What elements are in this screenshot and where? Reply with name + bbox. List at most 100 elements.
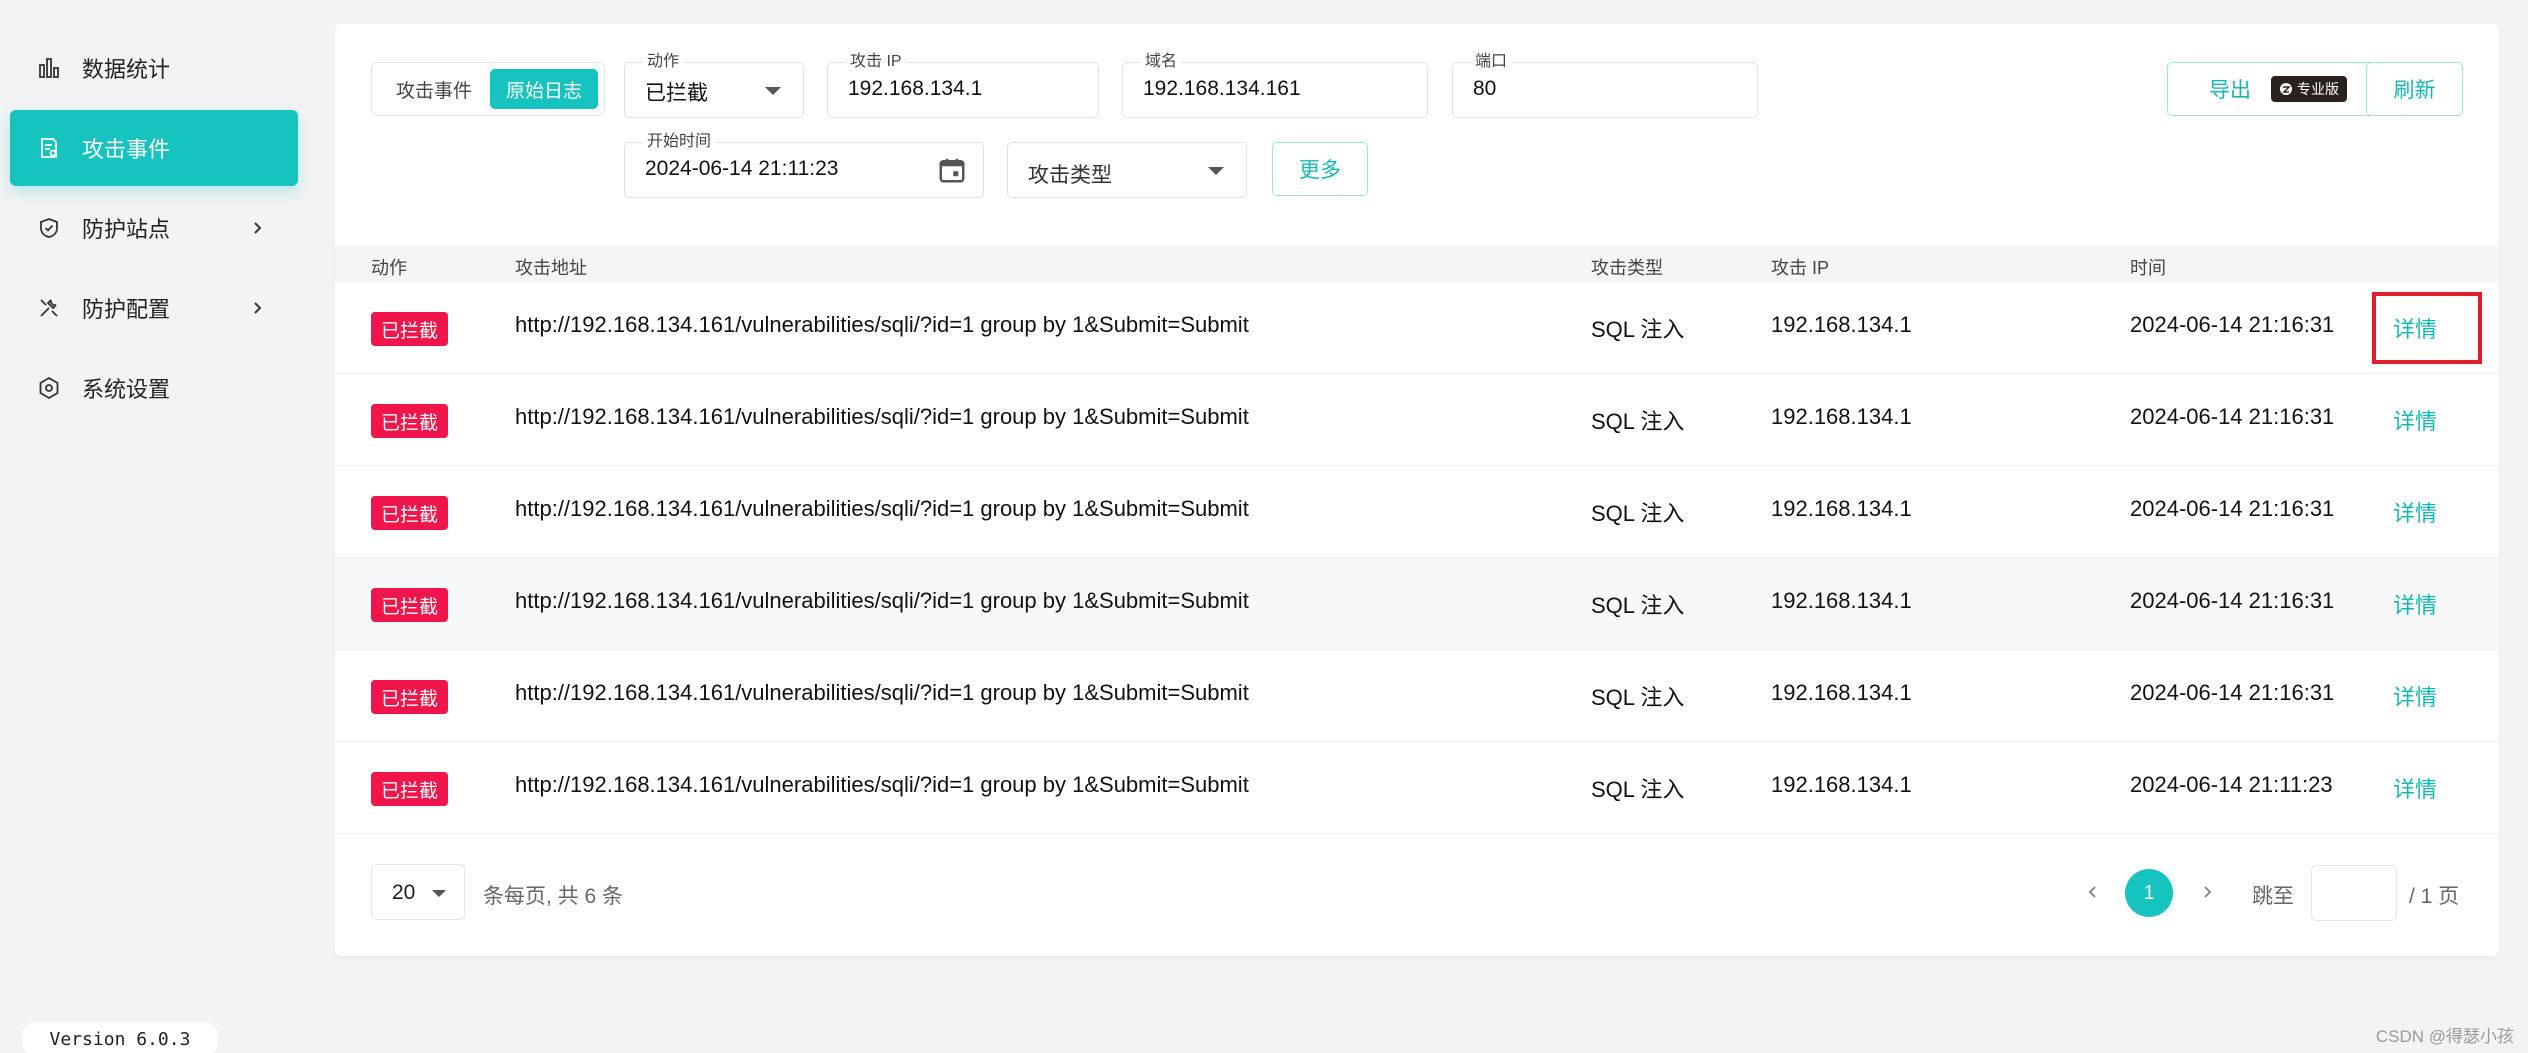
detail-link[interactable]: 详情 <box>2393 312 2437 344</box>
status-badge: 已拦截 <box>371 404 449 438</box>
event-time: 2024-06-14 21:11:23 <box>2130 772 2333 797</box>
sidebar-item-label: 防护配置 <box>82 297 171 322</box>
attack-type: SQL 注入 <box>1591 409 1685 434</box>
table-row: 已拦截 http://192.168.134.161/vulnerabiliti… <box>335 374 2499 466</box>
caret-down-icon <box>1208 167 1224 175</box>
chevron-right-icon <box>242 301 272 315</box>
page-size-select[interactable]: 20 <box>371 864 465 920</box>
attack-url: http://192.168.134.161/vulnerabilities/s… <box>515 404 1249 429</box>
attack-ip: 192.168.134.1 <box>1771 496 1912 521</box>
tab-attack-events[interactable]: 攻击事件 <box>378 69 490 109</box>
more-filters-button[interactable]: 更多 <box>1272 142 1368 196</box>
attack-url: http://192.168.134.161/vulnerabilities/s… <box>515 680 1249 705</box>
port-label: 端口 <box>1471 53 1512 71</box>
attack-type-placeholder: 攻击类型 <box>1028 164 1112 187</box>
page-size-value: 20 <box>392 881 416 904</box>
bar-chart-icon <box>34 53 64 83</box>
attack-type-select[interactable]: 攻击类型 <box>1007 142 1247 198</box>
tab-raw-logs[interactable]: 原始日志 <box>490 69 598 109</box>
log-type-switch: 攻击事件 原始日志 <box>371 62 605 116</box>
table-row: 已拦截 http://192.168.134.161/vulnerabiliti… <box>335 650 2499 742</box>
start-time-field[interactable]: 开始时间 2024-06-14 21:11:23 <box>624 133 984 198</box>
status-badge: 已拦截 <box>371 680 449 714</box>
col-time: 时间 <box>2130 258 2166 278</box>
attack-ip-value: 192.168.134.1 <box>848 77 983 100</box>
sidebar-item-label: 攻击事件 <box>82 137 171 162</box>
sidebar-item-label: 数据统计 <box>82 57 171 82</box>
attack-type: SQL 注入 <box>1591 685 1685 710</box>
page-summary: 条每页, 共 6 条 <box>483 885 624 908</box>
col-type: 攻击类型 <box>1591 258 1663 278</box>
attack-type: SQL 注入 <box>1591 317 1685 342</box>
event-time: 2024-06-14 21:16:31 <box>2130 312 2335 337</box>
calendar-icon[interactable] <box>937 155 967 185</box>
start-time-label: 开始时间 <box>643 133 716 151</box>
event-time: 2024-06-14 21:16:31 <box>2130 588 2335 613</box>
col-action: 动作 <box>371 258 407 278</box>
table-header: 动作 攻击地址 攻击类型 攻击 IP 时间 <box>335 246 2499 282</box>
attack-ip-field[interactable]: 攻击 IP 192.168.134.1 <box>827 53 1099 118</box>
detail-link[interactable]: 详情 <box>2393 772 2437 804</box>
export-button-label: 导出 <box>2209 79 2251 102</box>
chevron-right-icon <box>242 221 272 235</box>
attack-ip-label: 攻击 IP <box>846 53 906 71</box>
attack-url: http://192.168.134.161/vulnerabilities/s… <box>515 312 1249 337</box>
sidebar-item-protected-sites[interactable]: 防护站点 <box>10 190 298 266</box>
port-field[interactable]: 端口 80 <box>1452 53 1758 118</box>
page-button-current[interactable]: 1 <box>2125 869 2173 917</box>
pro-badge: 专业版 <box>2271 76 2347 102</box>
action-select[interactable]: 动作 已拦截 <box>624 53 804 118</box>
sidebar: 数据统计 攻击事件 防护站点 防护配置 系统设置 Version 6.0.3 <box>0 0 310 1053</box>
total-pages: / 1 页 <box>2409 885 2460 908</box>
col-url: 攻击地址 <box>515 258 587 278</box>
detail-link[interactable]: 详情 <box>2393 588 2437 620</box>
attack-type: SQL 注入 <box>1591 777 1685 802</box>
jump-label: 跳至 <box>2252 885 2294 908</box>
table-row: 已拦截 http://192.168.134.161/vulnerabiliti… <box>335 466 2499 558</box>
caret-down-icon <box>765 87 781 95</box>
sidebar-item-system-settings[interactable]: 系统设置 <box>10 350 298 426</box>
sidebar-item-attack-events[interactable]: 攻击事件 <box>10 110 298 186</box>
gear-icon <box>34 373 64 403</box>
event-time: 2024-06-14 21:16:31 <box>2130 404 2335 429</box>
sidebar-item-label: 系统设置 <box>82 377 171 402</box>
status-badge: 已拦截 <box>371 496 449 530</box>
jump-page-input[interactable] <box>2311 865 2397 921</box>
domain-label: 域名 <box>1141 53 1182 71</box>
caret-down-icon <box>432 890 446 897</box>
event-time: 2024-06-14 21:16:31 <box>2130 680 2335 705</box>
pro-badge-label: 专业版 <box>2297 81 2339 97</box>
attack-type: SQL 注入 <box>1591 593 1685 618</box>
attack-ip: 192.168.134.1 <box>1771 404 1912 429</box>
table-row: 已拦截 http://192.168.134.161/vulnerabiliti… <box>335 558 2499 650</box>
detail-link[interactable]: 详情 <box>2393 496 2437 528</box>
detail-link[interactable]: 详情 <box>2393 404 2437 436</box>
attack-ip: 192.168.134.1 <box>1771 312 1912 337</box>
attack-url: http://192.168.134.161/vulnerabilities/s… <box>515 772 1249 797</box>
main-panel: 攻击事件 原始日志 动作 已拦截 攻击 IP 192.168.134.1 域名 … <box>335 24 2499 956</box>
attack-type: SQL 注入 <box>1591 501 1685 526</box>
port-value: 80 <box>1473 77 1497 100</box>
attack-ip: 192.168.134.1 <box>1771 772 1912 797</box>
status-badge: 已拦截 <box>371 312 449 346</box>
detail-link[interactable]: 详情 <box>2393 680 2437 712</box>
domain-field[interactable]: 域名 192.168.134.161 <box>1122 53 1428 118</box>
event-time: 2024-06-14 21:16:31 <box>2130 496 2335 521</box>
chevron-right-icon[interactable] <box>2195 880 2219 904</box>
refresh-button[interactable]: 刷新 <box>2366 62 2463 116</box>
tools-icon <box>34 293 64 323</box>
status-badge: 已拦截 <box>371 588 449 622</box>
start-time-value: 2024-06-14 21:11:23 <box>645 157 839 180</box>
table-row: 已拦截 http://192.168.134.161/vulnerabiliti… <box>335 282 2499 374</box>
pro-logo-icon <box>2280 83 2292 95</box>
version-label: Version 6.0.3 <box>22 1022 218 1053</box>
sidebar-item-protection-config[interactable]: 防护配置 <box>10 270 298 346</box>
domain-value: 192.168.134.161 <box>1143 77 1301 100</box>
watermark: CSDN @得瑟小孩 <box>2375 1027 2514 1046</box>
col-ip: 攻击 IP <box>1771 258 1830 278</box>
export-button[interactable]: 导出 专业版 <box>2167 62 2389 116</box>
chevron-left-icon[interactable] <box>2081 880 2105 904</box>
attack-ip: 192.168.134.1 <box>1771 588 1912 613</box>
status-badge: 已拦截 <box>371 772 449 806</box>
sidebar-item-statistics[interactable]: 数据统计 <box>10 30 298 106</box>
